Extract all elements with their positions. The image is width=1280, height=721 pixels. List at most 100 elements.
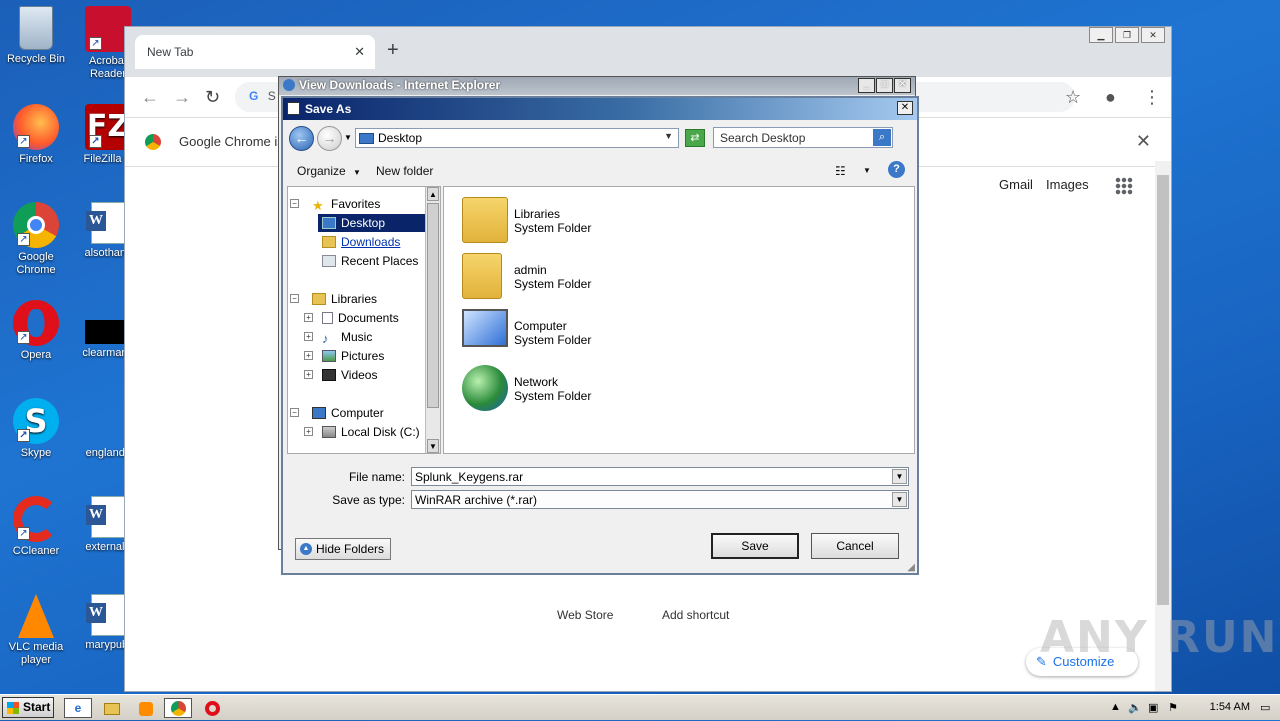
start-button[interactable]: Start xyxy=(2,697,54,718)
nav-music[interactable]: + ♪ Music xyxy=(304,328,376,346)
organize-button[interactable]: Organize ▼ xyxy=(297,164,361,178)
gmail-link[interactable]: Gmail xyxy=(999,177,1033,192)
desktop-icon-firefox[interactable]: ↗ Firefox xyxy=(0,104,72,166)
infobar-close-icon[interactable]: ✕ xyxy=(1136,131,1151,152)
shortcut-web-store[interactable]: Web Store xyxy=(557,608,613,622)
view-options-icon[interactable]: ☷ xyxy=(835,164,846,178)
dialog-title: Save As xyxy=(305,102,352,116)
new-tab-button[interactable]: + xyxy=(387,39,399,62)
desktop-icon-recycle-bin[interactable]: Recycle Bin xyxy=(0,6,72,66)
new-folder-button[interactable]: New folder xyxy=(376,164,433,178)
bookmark-star-icon[interactable]: ☆ xyxy=(1065,87,1081,108)
scroll-down-icon[interactable]: ▼ xyxy=(427,439,439,453)
nav-scrollbar[interactable]: ▲ ▼ xyxy=(425,187,440,453)
desktop-icon-skype[interactable]: S ↗ Skype xyxy=(0,398,72,460)
desktop-icon xyxy=(359,133,374,144)
search-box[interactable]: Search Desktop ⌕ xyxy=(713,127,893,148)
nav-desktop[interactable]: Desktop xyxy=(318,214,430,232)
back-arrow-icon[interactable]: ← xyxy=(289,126,314,151)
show-desktop-icon[interactable]: ▭ xyxy=(1260,701,1270,714)
collapse-icon[interactable]: − xyxy=(290,408,299,417)
chrome-logo-icon xyxy=(145,134,161,150)
volume-icon[interactable]: 🔈 xyxy=(1128,701,1142,714)
word-document-icon xyxy=(86,496,125,538)
file-name-field[interactable]: Splunk_Keygens.rar ▼ xyxy=(411,467,909,486)
scroll-up-icon[interactable]: ▲ xyxy=(427,187,439,201)
shortcut-add[interactable]: Add shortcut xyxy=(662,608,729,622)
address-bar[interactable]: Desktop ▼ xyxy=(355,128,679,148)
forward-icon[interactable]: → xyxy=(173,87,191,108)
desktop-icon-label: CCleaner xyxy=(12,545,60,557)
restore-button[interactable]: ❐ xyxy=(1115,27,1139,43)
nav-libraries[interactable]: − Libraries xyxy=(290,290,381,308)
search-icon[interactable]: ⌕ xyxy=(873,129,891,146)
back-icon[interactable]: ← xyxy=(141,87,159,108)
desktop-icon-chrome[interactable]: ↗ Google Chrome xyxy=(0,202,72,277)
taskbar-opera-icon[interactable] xyxy=(198,698,226,718)
tab-new-tab[interactable]: New Tab ✕ xyxy=(135,35,375,69)
action-center-flag-icon[interactable]: ⚑ xyxy=(1168,701,1178,714)
taskbar-explorer-icon[interactable] xyxy=(98,698,126,718)
help-icon[interactable]: ? xyxy=(888,161,905,178)
nav-downloads[interactable]: Downloads xyxy=(318,233,404,251)
taskbar-ie-icon[interactable]: e xyxy=(64,698,92,718)
expand-icon[interactable]: + xyxy=(304,427,313,436)
address-dropdown-icon[interactable]: ▼ xyxy=(664,131,673,141)
collapse-icon[interactable]: − xyxy=(290,199,299,208)
expand-icon[interactable]: + xyxy=(304,370,313,379)
nav-favorites[interactable]: − ★ Favorites xyxy=(290,195,384,213)
nav-computer[interactable]: − Computer xyxy=(290,404,388,422)
view-dropdown-icon[interactable]: ▼ xyxy=(863,166,871,175)
forward-arrow-icon[interactable]: → xyxy=(317,126,342,151)
chevron-down-icon[interactable]: ▼ xyxy=(892,492,907,507)
ie-minimize-button[interactable]: _ xyxy=(858,78,875,93)
file-name-label: File name: xyxy=(348,470,405,484)
nav-local-disk[interactable]: + Local Disk (C:) xyxy=(304,423,424,441)
taskbar-chrome-icon[interactable] xyxy=(164,698,192,718)
expand-icon[interactable]: + xyxy=(304,313,313,322)
collapse-icon[interactable]: − xyxy=(290,294,299,303)
scrollbar-thumb[interactable] xyxy=(1157,175,1169,605)
expand-icon[interactable]: + xyxy=(304,332,313,341)
expand-icon[interactable]: + xyxy=(304,351,313,360)
save-button[interactable]: Save xyxy=(711,533,799,559)
apps-grid-icon[interactable] xyxy=(1115,177,1133,195)
profile-icon[interactable]: ● xyxy=(1105,87,1116,108)
nav-videos[interactable]: + Videos xyxy=(304,366,381,384)
nav-documents[interactable]: + Documents xyxy=(304,309,403,327)
nav-pictures[interactable]: + Pictures xyxy=(304,347,388,365)
network-tray-icon[interactable]: ▣ xyxy=(1148,701,1158,714)
ie-maximize-button[interactable]: □ xyxy=(876,78,893,93)
scrollbar-thumb[interactable] xyxy=(427,203,439,408)
minimize-button[interactable]: ▁ xyxy=(1089,27,1113,43)
hide-folders-button[interactable]: ▲ Hide Folders xyxy=(295,538,392,560)
ie-close-button[interactable]: ✕ xyxy=(894,78,911,93)
desktop-icon-opera[interactable]: ↗ Opera xyxy=(0,300,72,362)
resize-grip-icon[interactable]: ◢ xyxy=(907,562,915,573)
cancel-button[interactable]: Cancel xyxy=(811,533,899,559)
desktop-icon xyxy=(322,217,336,229)
reload-icon[interactable]: ↻ xyxy=(205,87,220,108)
chevron-down-icon[interactable]: ▼ xyxy=(892,469,907,484)
desktop-icon-label: Opera xyxy=(20,349,52,361)
dialog-close-button[interactable]: ✕ xyxy=(897,101,913,115)
word-document-icon xyxy=(86,202,125,244)
history-dropdown-icon[interactable]: ▼ xyxy=(344,133,352,142)
tray-expand-icon[interactable]: ▲ xyxy=(1110,701,1121,713)
save-as-dialog: Save As ✕ ← → ▼ Desktop ▼ ⇄ Search Deskt… xyxy=(281,96,919,575)
desktop-icon-ccleaner[interactable]: ↗ CCleaner xyxy=(0,496,72,558)
menu-icon[interactable]: ⋮ xyxy=(1143,87,1161,108)
images-link[interactable]: Images xyxy=(1046,177,1089,192)
clock[interactable]: 1:54 AM xyxy=(1210,701,1250,713)
tab-close-icon[interactable]: ✕ xyxy=(354,44,365,60)
save-type-label: Save as type: xyxy=(332,493,405,507)
save-type-select[interactable]: WinRAR archive (*.rar) ▼ xyxy=(411,490,909,509)
dialog-title-bar: Save As ✕ xyxy=(283,98,917,120)
taskbar-media-player-icon[interactable] xyxy=(132,698,160,718)
item-type: System Folder xyxy=(514,389,592,403)
nav-recent-places[interactable]: Recent Places xyxy=(318,252,422,270)
refresh-icon[interactable]: ⇄ xyxy=(685,129,705,147)
close-button[interactable]: ✕ xyxy=(1141,27,1165,43)
desktop-icon-vlc[interactable]: VLC media player xyxy=(0,594,72,667)
save-icon xyxy=(287,102,300,115)
